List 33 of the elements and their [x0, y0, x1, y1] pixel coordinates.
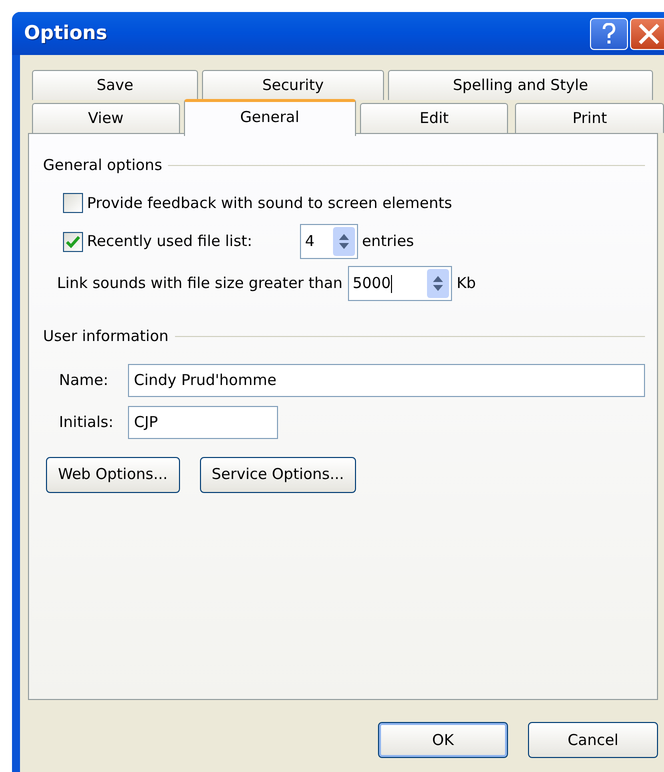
spinner-icon[interactable] [333, 227, 355, 256]
tab[interactable]: Security [202, 70, 384, 100]
spinner-icon[interactable] [426, 269, 449, 298]
unit-label: Kb [456, 273, 476, 294]
input-field[interactable]: 4 [300, 224, 358, 259]
checkbox[interactable] [63, 192, 83, 213]
button[interactable]: OK [378, 722, 508, 758]
field-label: Link sounds with file size greater than [57, 273, 343, 294]
checkbox-label: Recently used file list: [87, 231, 254, 252]
button[interactable]: Service Options... [200, 456, 356, 492]
tab[interactable]: Print [515, 103, 664, 133]
input-field[interactable]: 5000 [348, 266, 452, 301]
input-field[interactable]: Cindy Prud'homme [128, 364, 645, 396]
button[interactable]: Cancel [528, 722, 658, 758]
tab[interactable]: View [32, 103, 180, 133]
unit-label: entries [362, 231, 414, 252]
close-button[interactable] [630, 18, 664, 50]
window-title: Options [24, 21, 108, 46]
button[interactable]: Web Options... [46, 456, 180, 492]
help-button[interactable] [590, 18, 628, 50]
tab[interactable]: Edit [360, 103, 508, 133]
group-heading: General options [43, 155, 162, 176]
input-field[interactable]: CJP [128, 406, 278, 438]
checkbox[interactable] [63, 232, 83, 252]
field-label: Name: [59, 370, 110, 391]
field-label: Initials: [59, 412, 114, 433]
close-icon [638, 23, 662, 45]
tab[interactable]: Spelling and Style [388, 70, 653, 100]
tab[interactable]: General [184, 99, 356, 136]
tab[interactable]: Save [32, 70, 198, 100]
checkbox-label: Provide feedback with sound to screen elements [87, 192, 452, 214]
help-icon [602, 23, 616, 45]
group-heading: User information [43, 326, 169, 347]
